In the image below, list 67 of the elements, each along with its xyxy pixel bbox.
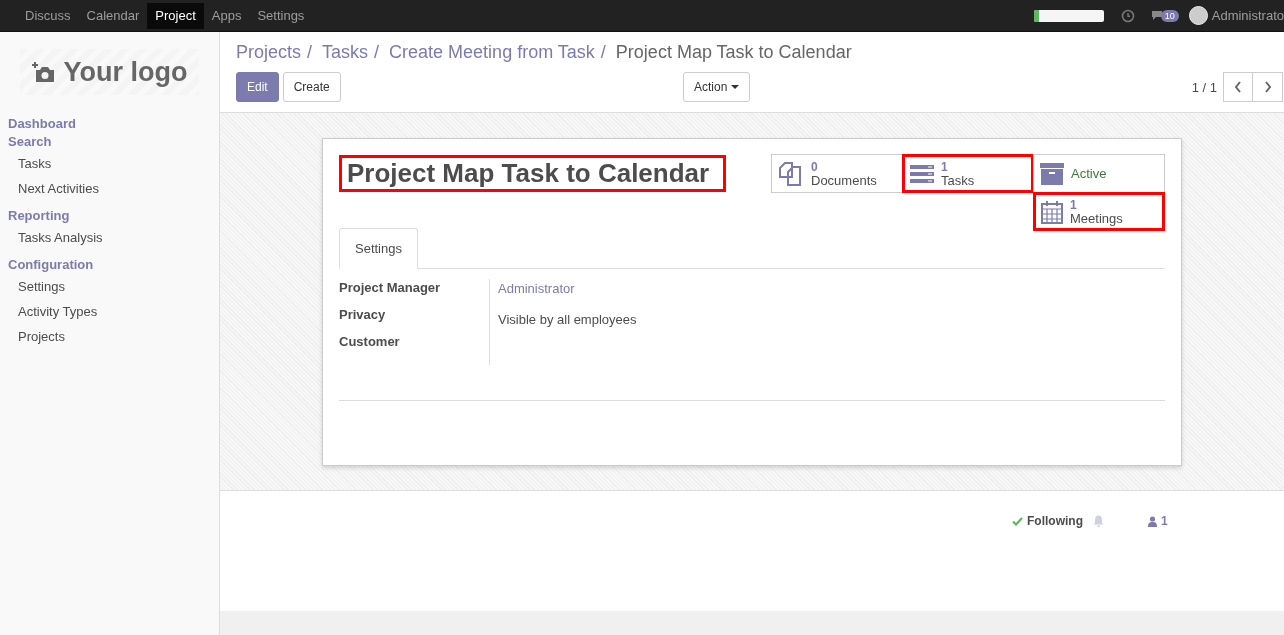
smart-button-label: Meetings	[1070, 211, 1123, 226]
breadcrumb-current: Project Map Task to Calendar	[615, 42, 852, 63]
following-label: Following	[1027, 514, 1083, 528]
menu-section[interactable]: Dashboard	[0, 115, 219, 133]
menu-item[interactable]: Settings	[0, 274, 219, 299]
breadcrumb-separator: /	[374, 42, 380, 63]
following-button[interactable]: Following	[1012, 514, 1083, 528]
chevron-left-icon	[1234, 81, 1242, 93]
menu-section[interactable]: Reporting	[0, 207, 219, 225]
menu-section[interactable]: Configuration	[0, 256, 219, 274]
menu-item[interactable]: Tasks Analysis	[0, 225, 219, 250]
breadcrumb-link[interactable]: Projects	[236, 42, 302, 63]
message-count: 10	[1160, 9, 1179, 22]
breadcrumb-separator: /	[307, 42, 313, 63]
create-button[interactable]: Create	[282, 72, 341, 102]
smart-button-label: Tasks	[941, 173, 975, 188]
person-icon	[1148, 515, 1157, 527]
camera-icon	[31, 61, 56, 83]
smart-button-count: 0	[811, 159, 819, 174]
pager-count: 1 / 1	[1191, 79, 1217, 95]
smart-button[interactable]: Active	[1033, 154, 1165, 193]
notebook-tab[interactable]: Settings	[339, 228, 418, 269]
app-menu-item[interactable]: Project	[147, 2, 204, 29]
breadcrumb-link[interactable]: Tasks	[322, 42, 369, 63]
smart-button-count: 1	[1070, 197, 1078, 212]
app-menu-item[interactable]: Calendar	[78, 2, 148, 29]
field-label: Privacy	[339, 306, 387, 324]
user-name[interactable]: Administrato	[1211, 8, 1284, 23]
menu-section[interactable]: Search	[0, 133, 219, 151]
menu-item[interactable]: Activity Types	[0, 299, 219, 324]
followers-count: 1	[1161, 514, 1168, 528]
app-menu-item[interactable]: Settings	[249, 2, 313, 29]
logo-placeholder[interactable]: Your logo	[20, 49, 199, 95]
app-menu-item[interactable]: Apps	[203, 2, 250, 29]
smart-button[interactable]: 1 Meetings	[1033, 192, 1165, 231]
logo-text: Your logo	[63, 56, 188, 88]
next-button[interactable]	[1253, 72, 1283, 102]
edit-button[interactable]: Edit	[236, 72, 279, 102]
action-dropdown[interactable]: Action	[683, 72, 751, 102]
check-icon	[1012, 516, 1023, 526]
field-value: Visible by all employees	[498, 312, 637, 327]
tasks-icon	[910, 163, 934, 184]
record-title: Project Map Task to Calendar	[339, 155, 727, 192]
breadcrumb-separator: /	[600, 42, 606, 63]
smart-button[interactable]: 0 Documents	[771, 154, 903, 193]
documents-icon	[778, 160, 804, 187]
breadcrumb-link[interactable]: Create Meeting from Task	[389, 42, 595, 63]
caret-icon	[731, 85, 740, 89]
smart-button-count: 1	[941, 159, 949, 174]
clock-icon[interactable]	[1120, 8, 1135, 23]
smart-button[interactable]: 1 Tasks	[902, 154, 1034, 193]
field-label: Customer	[339, 333, 401, 351]
avatar[interactable]	[1188, 6, 1208, 25]
followers-button[interactable]: 1	[1148, 514, 1168, 528]
menu-item[interactable]: Next Activities	[0, 176, 219, 201]
menu-item[interactable]: Projects	[0, 324, 219, 349]
chat-icon[interactable]	[1150, 10, 1163, 21]
smart-button-label: Active	[1071, 166, 1107, 181]
chevron-right-icon	[1263, 81, 1272, 93]
smart-button-label: Documents	[811, 173, 877, 188]
menu-item[interactable]: Tasks	[0, 151, 219, 176]
previous-button[interactable]	[1223, 72, 1253, 102]
field-link[interactable]: Administrator	[498, 281, 575, 296]
field-label: Project Manager	[339, 279, 442, 297]
calendar-icon	[1041, 199, 1063, 224]
app-menu-item[interactable]: Discuss	[17, 2, 79, 29]
archive-icon	[1040, 162, 1064, 185]
